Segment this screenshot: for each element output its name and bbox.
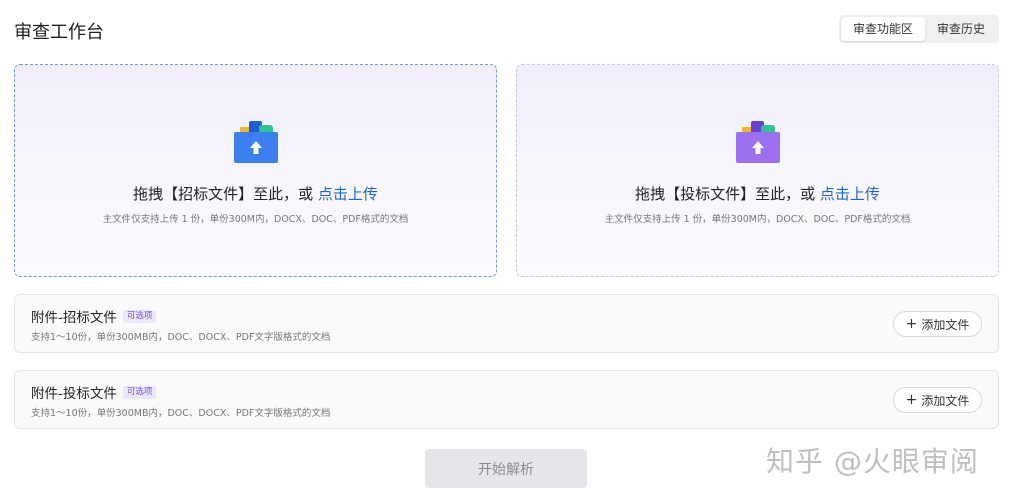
- folder-upload-purple-icon: [735, 121, 780, 163]
- add-bid-attachment-button[interactable]: + 添加文件: [893, 387, 982, 413]
- watermark: 知乎 @火眼审阅: [766, 445, 979, 478]
- tender-click-upload-link[interactable]: 点击上传: [318, 185, 378, 203]
- bid-click-upload-link[interactable]: 点击上传: [820, 185, 880, 203]
- start-parse-button[interactable]: 开始解析: [425, 449, 587, 488]
- add-file-label: 添加文件: [921, 317, 970, 332]
- page: 审查工作台 审查功能区 审查历史 拖拽【招标文件】至此，或 点击上传 主文件仅支…: [0, 0, 1015, 500]
- add-tender-attachment-button[interactable]: + 添加文件: [893, 311, 982, 337]
- attachment-tender-desc: 支持1～10份，单份300MB内，DOC、DOCX、PDF文字版格式的文档: [31, 332, 331, 343]
- tender-upload-hint: 主文件仅支持上传 1 份，单份300M内，DOCX、DOC、PDF格式的文档: [102, 214, 409, 225]
- plus-icon: +: [905, 316, 918, 332]
- bid-upload-text: 拖拽【投标文件】至此，或: [635, 185, 820, 203]
- tender-upload-text: 拖拽【招标文件】至此，或: [133, 185, 318, 203]
- page-title: 审查工作台: [14, 22, 104, 43]
- attachment-tender-title-row: 附件-招标文件 可选项: [31, 306, 157, 326]
- attachment-bid-panel: 附件-投标文件 可选项 支持1～10份，单份300MB内，DOC、DOCX、PD…: [14, 370, 999, 429]
- tab-review-history[interactable]: 审查历史: [925, 17, 997, 41]
- tender-upload-dropzone[interactable]: 拖拽【招标文件】至此，或 点击上传 主文件仅支持上传 1 份，单份300M内，D…: [14, 64, 497, 277]
- bid-upload-prompt: 拖拽【投标文件】至此，或 点击上传: [517, 183, 998, 204]
- bid-upload-hint: 主文件仅支持上传 1 份，单份300M内，DOCX、DOC、PDF格式的文档: [604, 214, 911, 225]
- optional-badge: 可选项: [122, 309, 157, 323]
- tab-review-functions[interactable]: 审查功能区: [840, 17, 925, 41]
- view-switch: 审查功能区 审查历史: [838, 15, 999, 43]
- plus-icon: +: [905, 392, 918, 408]
- attachment-tender-panel: 附件-招标文件 可选项 支持1～10份，单份300MB内，DOC、DOCX、PD…: [14, 294, 999, 353]
- attachment-tender-title: 附件-招标文件: [31, 310, 117, 326]
- attachment-bid-title: 附件-投标文件: [31, 386, 117, 402]
- folder-upload-blue-icon: [233, 121, 278, 163]
- bid-upload-dropzone[interactable]: 拖拽【投标文件】至此，或 点击上传 主文件仅支持上传 1 份，单份300M内，D…: [516, 64, 999, 277]
- optional-badge: 可选项: [122, 385, 157, 399]
- tender-upload-prompt: 拖拽【招标文件】至此，或 点击上传: [15, 183, 496, 204]
- attachment-bid-title-row: 附件-投标文件 可选项: [31, 382, 157, 402]
- attachment-bid-desc: 支持1～10份，单份300MB内，DOC、DOCX、PDF文字版格式的文档: [31, 408, 331, 419]
- add-file-label: 添加文件: [921, 393, 970, 408]
